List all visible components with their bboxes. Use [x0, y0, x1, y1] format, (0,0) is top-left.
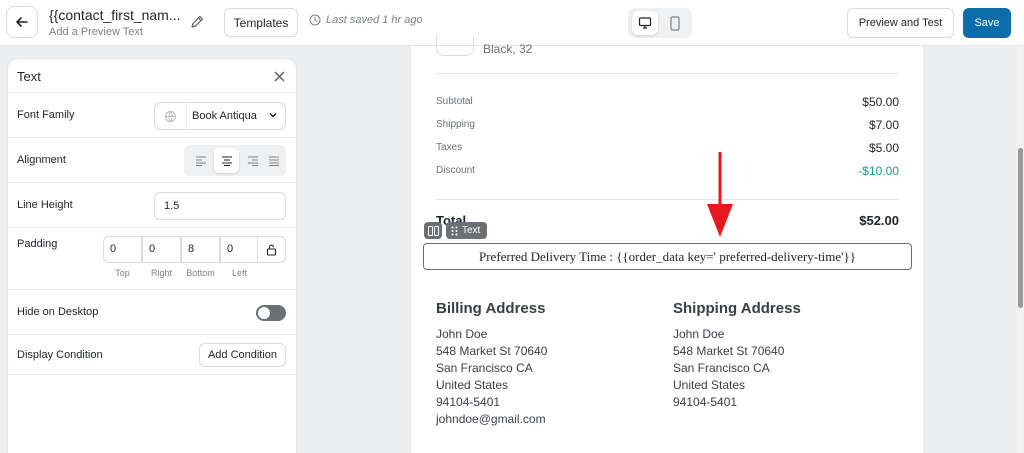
email-canvas: Black, 32 Subtotal $50.00 Shipping $7.00…	[411, 36, 923, 453]
block-tag-label: Text	[462, 225, 481, 236]
columns-icon	[427, 225, 439, 236]
discount-value: -$10.00	[858, 164, 899, 178]
shipping-line: 548 Market St 70640	[673, 344, 785, 358]
alignment-group	[184, 145, 286, 176]
alignment-label: Alignment	[17, 154, 66, 166]
save-button[interactable]: Save	[963, 8, 1011, 38]
font-family-value: Book Antiqua	[192, 110, 257, 122]
taxes-value: $5.00	[868, 141, 899, 155]
subtotal-value: $50.00	[862, 95, 899, 109]
scrollbar-thumb[interactable]	[1018, 148, 1023, 308]
padding-left-input[interactable]: 0	[220, 236, 259, 263]
delivery-time-text: Preferred Delivery Time : {{order_data k…	[479, 248, 856, 264]
padding-top-caption: Top	[115, 268, 130, 278]
mobile-icon	[670, 15, 680, 31]
font-family-row: Font Family Book Antiqua	[8, 93, 296, 138]
shipping-line: San Francisco CA	[673, 361, 770, 375]
hide-on-desktop-row: Hide on Desktop	[8, 290, 296, 335]
align-center-button[interactable]	[214, 148, 239, 173]
close-icon[interactable]	[271, 68, 287, 84]
padding-right-caption: Right	[150, 268, 172, 278]
desktop-view-button[interactable]	[632, 11, 658, 35]
arrow-left-icon	[16, 17, 28, 27]
last-saved-text: Last saved 1 hr ago	[326, 14, 423, 26]
alignment-row: Alignment	[8, 138, 296, 183]
add-condition-button[interactable]: Add Condition	[199, 343, 286, 367]
desktop-icon	[638, 17, 652, 29]
top-bar: {{contact_first_nam... Add a Preview Tex…	[0, 0, 1024, 46]
divider	[436, 73, 899, 74]
billing-line: 94104-5401	[436, 395, 501, 409]
drag-handle-icon	[451, 226, 458, 235]
selected-text-block[interactable]: Preferred Delivery Time : {{order_data k…	[423, 243, 912, 270]
preview-text-field[interactable]: Add a Preview Text	[49, 26, 181, 38]
unlock-icon	[266, 244, 277, 256]
canvas-scrollbar[interactable]	[1017, 46, 1024, 453]
text-settings-panel: Text Font Family Book Antiqua Alignment	[8, 59, 296, 453]
padding-bottom-caption: Bottom	[186, 268, 215, 278]
taxes-label: Taxes	[436, 142, 463, 153]
align-justify-button[interactable]	[261, 148, 286, 173]
hide-on-desktop-toggle[interactable]	[256, 305, 286, 321]
device-toggle	[628, 8, 692, 38]
billing-address-heading: Billing Address	[436, 300, 546, 317]
align-right-icon	[247, 156, 258, 166]
subtotal-label: Subtotal	[436, 96, 473, 107]
panel-header: Text	[8, 59, 296, 93]
billing-address: Billing Address John Doe 548 Market St 7…	[436, 300, 547, 428]
globe-icon	[155, 103, 187, 129]
line-height-row: Line Height 1.5	[8, 183, 296, 228]
line-height-input[interactable]: 1.5	[154, 192, 286, 220]
template-title-area[interactable]: {{contact_first_nam... Add a Preview Tex…	[49, 7, 181, 38]
back-button[interactable]	[6, 6, 38, 38]
divider	[436, 199, 899, 200]
shipping-address: Shipping Address John Doe 548 Market St …	[673, 300, 801, 411]
shipping-label: Shipping	[436, 119, 475, 130]
padding-bottom-input[interactable]: 8	[181, 236, 220, 263]
line-height-label: Line Height	[17, 199, 73, 211]
total-value: $52.00	[859, 213, 899, 228]
billing-line: United States	[436, 378, 509, 392]
template-name[interactable]: {{contact_first_nam...	[49, 7, 181, 23]
billing-line: johndoe@gmail.com	[436, 412, 546, 426]
align-left-icon	[195, 156, 206, 166]
chevron-down-icon	[269, 113, 277, 118]
padding-lock-button[interactable]	[257, 236, 286, 263]
padding-row: Padding 0 0 8 0 Top Right Bottom Left	[8, 228, 296, 290]
pencil-icon[interactable]	[188, 13, 206, 31]
product-variant: Black, 32	[483, 42, 533, 56]
display-condition-row: Display Condition Add Condition	[8, 335, 296, 375]
padding-left-caption: Left	[231, 268, 247, 278]
templates-button[interactable]: Templates	[224, 8, 298, 37]
last-saved-status: Last saved 1 hr ago	[309, 14, 423, 26]
discount-label: Discount	[436, 165, 475, 176]
shipping-line: United States	[673, 378, 746, 392]
product-image	[436, 36, 474, 56]
padding-label: Padding	[17, 238, 58, 250]
font-family-label: Font Family	[17, 109, 75, 121]
mobile-view-button[interactable]	[662, 11, 688, 35]
shipping-address-heading: Shipping Address	[673, 300, 801, 317]
red-arrow-annotation	[707, 152, 733, 237]
billing-line: John Doe	[436, 327, 488, 341]
block-type-tag[interactable]: Text	[446, 222, 488, 239]
padding-top-input[interactable]: 0	[103, 236, 142, 263]
shipping-value: $7.00	[868, 118, 899, 132]
column-layout-button[interactable]	[424, 222, 442, 239]
shipping-line: 94104-5401	[673, 395, 738, 409]
billing-line: San Francisco CA	[436, 361, 533, 375]
align-justify-icon	[268, 156, 279, 166]
align-left-button[interactable]	[188, 148, 213, 173]
align-center-icon	[221, 156, 232, 166]
panel-title: Text	[17, 69, 41, 84]
clock-icon	[309, 14, 321, 26]
toggle-knob	[258, 307, 270, 319]
shipping-line: John Doe	[673, 327, 725, 341]
hide-on-desktop-label: Hide on Desktop	[17, 306, 99, 318]
preview-and-test-button[interactable]: Preview and Test	[847, 8, 954, 38]
display-condition-label: Display Condition	[17, 349, 103, 361]
padding-right-input[interactable]: 0	[142, 236, 181, 263]
billing-line: 548 Market St 70640	[436, 344, 548, 358]
font-family-select[interactable]: Book Antiqua	[154, 102, 286, 130]
